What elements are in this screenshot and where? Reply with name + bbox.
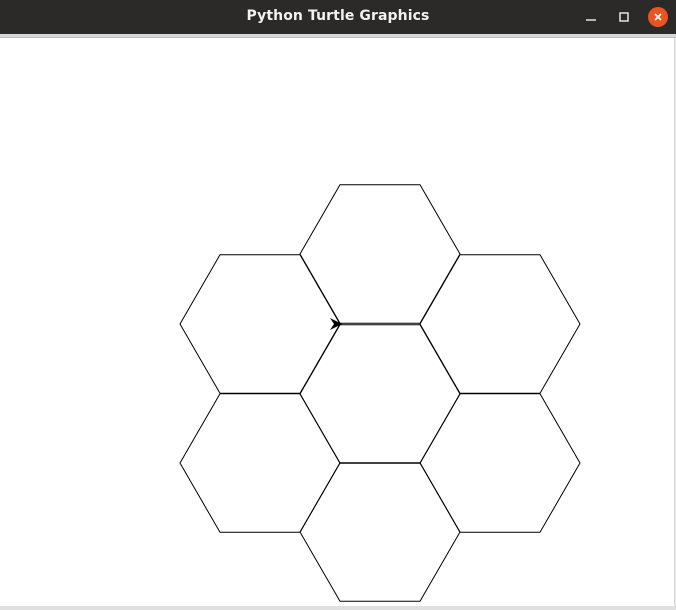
hexagon-upper-left (179, 254, 341, 394)
maximize-button[interactable] (614, 7, 634, 27)
hexagon-group (179, 184, 581, 602)
turtle-drawing (179, 184, 581, 602)
hexagon-lower-left (179, 393, 341, 533)
turtle-canvas[interactable] (0, 38, 675, 606)
title-bar[interactable]: Python Turtle Graphics (0, 0, 676, 34)
hexagon-bottom (299, 462, 461, 602)
window-title: Python Turtle Graphics (246, 8, 430, 24)
hexagon-lower-right (419, 393, 581, 533)
maximize-icon (619, 12, 629, 22)
close-button[interactable] (648, 7, 668, 27)
close-icon (654, 13, 662, 21)
hexagon-top (299, 184, 461, 324)
turtle-window: Python Turtle Graphics (0, 0, 676, 610)
minimize-button[interactable] (581, 7, 601, 27)
turtle-cursor-icon (330, 318, 342, 330)
window-bottom-border (0, 606, 676, 610)
hexagon-center (299, 324, 461, 464)
hexagon-upper-right (419, 254, 581, 394)
minimize-icon (586, 19, 596, 21)
